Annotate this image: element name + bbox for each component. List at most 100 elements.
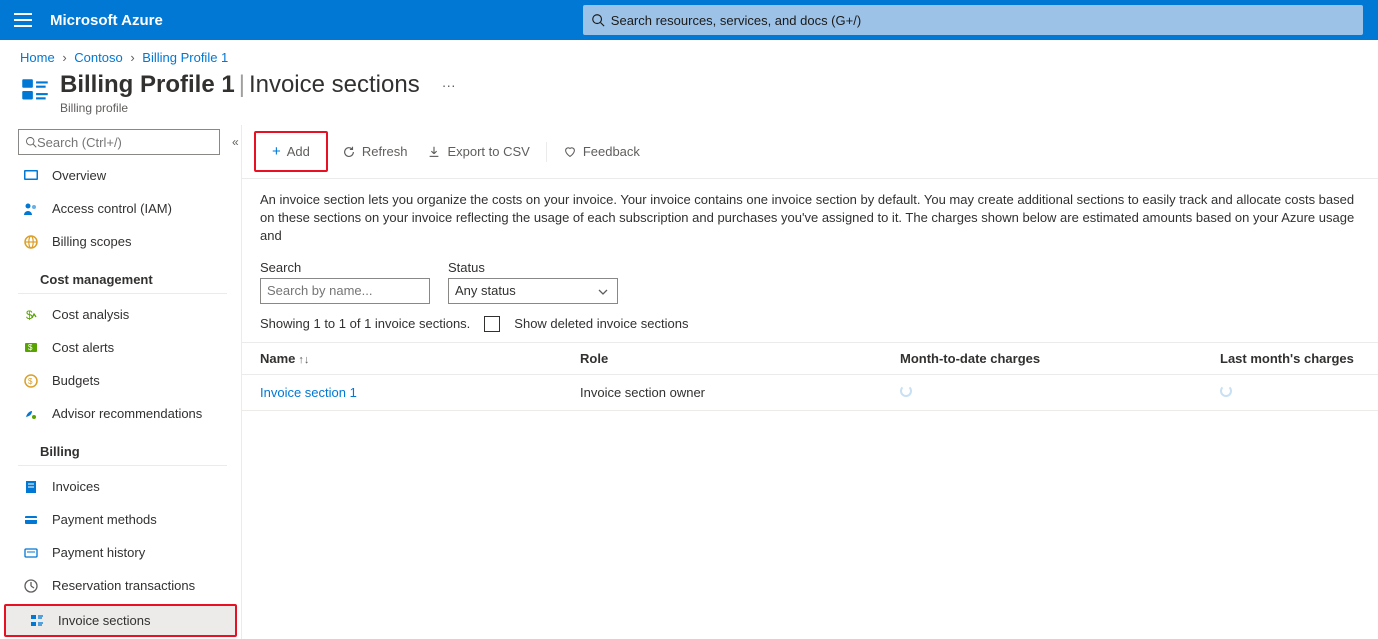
page-title: Billing Profile 1|Invoice sections bbox=[60, 71, 420, 99]
sidebar-item-label: Budgets bbox=[52, 373, 100, 388]
filters: Search Status Any status bbox=[242, 260, 1378, 316]
result-count: Showing 1 to 1 of 1 invoice sections. bbox=[260, 316, 470, 331]
sidebar-item-label: Payment history bbox=[52, 545, 145, 560]
table-row[interactable]: Invoice section 1 Invoice section owner bbox=[242, 375, 1378, 411]
col-name[interactable]: Name↑↓ bbox=[260, 351, 580, 366]
download-icon bbox=[427, 145, 441, 159]
invoice-icon bbox=[22, 478, 40, 496]
sidebar: « Overview Access control (IAM) Billing … bbox=[0, 125, 242, 639]
brand-label[interactable]: Microsoft Azure bbox=[50, 12, 163, 29]
sidebar-item-label: Advisor recommendations bbox=[52, 406, 202, 421]
separator bbox=[546, 142, 547, 162]
breadcrumb: Home › Contoso › Billing Profile 1 bbox=[0, 40, 1378, 71]
col-last[interactable]: Last month's charges bbox=[1220, 351, 1378, 366]
overview-icon bbox=[22, 167, 40, 185]
invoice-sections-table: Name↑↓ Role Month-to-date charges Last m… bbox=[242, 342, 1378, 411]
heart-icon bbox=[563, 145, 577, 159]
breadcrumb-profile[interactable]: Billing Profile 1 bbox=[142, 50, 228, 65]
chevron-right-icon: › bbox=[130, 50, 134, 65]
svg-text:$: $ bbox=[26, 308, 33, 322]
collapse-sidebar-icon[interactable]: « bbox=[232, 135, 239, 149]
top-bar: Microsoft Azure bbox=[0, 0, 1378, 40]
plus-icon: + bbox=[272, 143, 281, 160]
refresh-button[interactable]: Refresh bbox=[332, 138, 418, 165]
breadcrumb-home[interactable]: Home bbox=[20, 50, 55, 65]
globe-icon bbox=[22, 233, 40, 251]
sidebar-item-budgets[interactable]: $ Budgets bbox=[0, 364, 241, 397]
col-role[interactable]: Role bbox=[580, 351, 900, 366]
export-button[interactable]: Export to CSV bbox=[417, 138, 539, 165]
chevron-right-icon: › bbox=[62, 50, 66, 65]
more-icon[interactable]: ··· bbox=[442, 77, 456, 93]
global-search-input[interactable] bbox=[611, 13, 1355, 28]
status-select[interactable]: Any status bbox=[448, 278, 618, 304]
sidebar-item-payment-history[interactable]: Payment history bbox=[0, 536, 241, 569]
row-role: Invoice section owner bbox=[580, 385, 900, 400]
sidebar-search[interactable] bbox=[18, 129, 220, 155]
col-mtd[interactable]: Month-to-date charges bbox=[900, 351, 1220, 366]
alert-icon: $ bbox=[22, 339, 40, 357]
status-label: Status bbox=[448, 260, 618, 275]
advisor-icon bbox=[22, 405, 40, 423]
search-label: Search bbox=[260, 260, 430, 275]
invoice-sections-icon bbox=[18, 75, 52, 109]
result-summary: Showing 1 to 1 of 1 invoice sections. Sh… bbox=[242, 316, 1378, 342]
row-last bbox=[1220, 385, 1378, 400]
clock-icon bbox=[22, 577, 40, 595]
sidebar-item-label: Access control (IAM) bbox=[52, 201, 172, 216]
row-mtd bbox=[900, 385, 1220, 400]
sidebar-item-payment-methods[interactable]: Payment methods bbox=[0, 503, 241, 536]
breadcrumb-contoso[interactable]: Contoso bbox=[74, 50, 122, 65]
chevron-down-icon bbox=[597, 286, 609, 298]
global-search[interactable] bbox=[583, 5, 1363, 35]
history-icon bbox=[22, 544, 40, 562]
search-icon bbox=[591, 13, 605, 27]
sidebar-item-cost-analysis[interactable]: $ Cost analysis bbox=[0, 298, 241, 331]
search-icon bbox=[25, 136, 37, 148]
command-bar: + Add Refresh Export to CSV Feedback bbox=[242, 125, 1378, 179]
row-name-link[interactable]: Invoice section 1 bbox=[260, 385, 357, 400]
sidebar-group-cost-management: Cost management bbox=[18, 258, 227, 294]
table-header: Name↑↓ Role Month-to-date charges Last m… bbox=[242, 342, 1378, 375]
add-button-highlight: + Add bbox=[254, 131, 328, 172]
sidebar-item-label: Cost alerts bbox=[52, 340, 114, 355]
sidebar-item-invoices[interactable]: Invoices bbox=[0, 470, 241, 503]
refresh-icon bbox=[342, 145, 356, 159]
sidebar-item-reservation-transactions[interactable]: Reservation transactions bbox=[0, 569, 241, 602]
sidebar-item-overview[interactable]: Overview bbox=[0, 159, 241, 192]
feedback-button[interactable]: Feedback bbox=[553, 138, 650, 165]
sidebar-item-cost-alerts[interactable]: $ Cost alerts bbox=[0, 331, 241, 364]
svg-text:$: $ bbox=[28, 377, 33, 386]
sidebar-item-invoice-sections[interactable]: Invoice sections bbox=[4, 604, 237, 637]
show-deleted-checkbox[interactable] bbox=[484, 316, 500, 332]
search-by-name-input[interactable] bbox=[260, 278, 430, 304]
sidebar-item-label: Reservation transactions bbox=[52, 578, 195, 593]
add-button[interactable]: + Add bbox=[262, 137, 320, 166]
sidebar-item-advisor[interactable]: Advisor recommendations bbox=[0, 397, 241, 430]
loading-spinner-icon bbox=[1220, 385, 1232, 397]
people-icon bbox=[22, 200, 40, 218]
description-text: An invoice section lets you organize the… bbox=[242, 179, 1378, 260]
page-header: Billing Profile 1|Invoice sections ··· B… bbox=[0, 71, 1378, 125]
budget-icon: $ bbox=[22, 372, 40, 390]
hamburger-icon[interactable] bbox=[14, 13, 32, 27]
page-subtitle: Billing profile bbox=[60, 101, 456, 115]
svg-text:$: $ bbox=[28, 343, 33, 352]
sidebar-item-access-control[interactable]: Access control (IAM) bbox=[0, 192, 241, 225]
show-deleted-label: Show deleted invoice sections bbox=[514, 316, 688, 331]
invoice-sections-icon bbox=[28, 612, 46, 630]
sidebar-item-label: Billing scopes bbox=[52, 234, 132, 249]
card-icon bbox=[22, 511, 40, 529]
sidebar-item-label: Overview bbox=[52, 168, 106, 183]
sidebar-item-label: Cost analysis bbox=[52, 307, 129, 322]
sidebar-item-label: Invoice sections bbox=[58, 613, 151, 628]
main-content: + Add Refresh Export to CSV Feedback An … bbox=[242, 125, 1378, 639]
sidebar-group-billing: Billing bbox=[18, 430, 227, 466]
loading-spinner-icon bbox=[900, 385, 912, 397]
sort-icon: ↑↓ bbox=[298, 354, 309, 366]
sidebar-item-label: Payment methods bbox=[52, 512, 157, 527]
dollar-icon: $ bbox=[22, 306, 40, 324]
sidebar-search-input[interactable] bbox=[37, 135, 213, 150]
sidebar-item-billing-scopes[interactable]: Billing scopes bbox=[0, 225, 241, 258]
status-value: Any status bbox=[455, 283, 516, 298]
